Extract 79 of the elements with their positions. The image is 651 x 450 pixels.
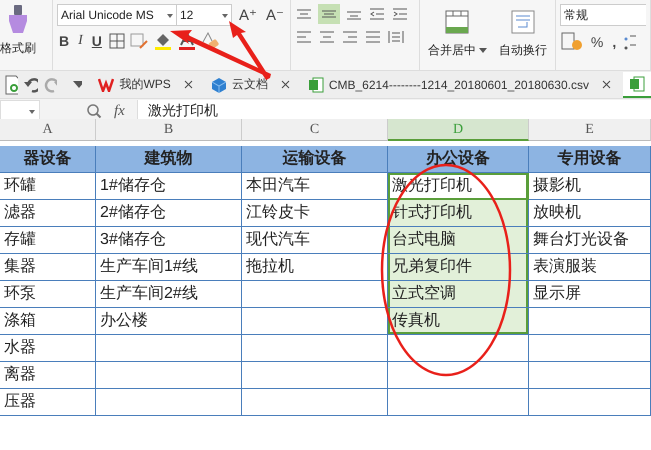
header-cell: 器设备 [0,146,96,173]
align-middle-icon[interactable] [318,4,340,24]
table-cell: 生产车间1#线 [96,254,242,281]
document-tab[interactable]: 云文档 [204,72,296,98]
decrease-indent-icon[interactable] [368,7,386,21]
column-header[interactable]: E [529,119,651,141]
close-icon[interactable] [184,80,193,89]
wrap-text-button[interactable]: 自动换行 [494,4,551,70]
table-cell: 1#储存仓 [96,173,242,200]
header-cell: 运输设备 [242,146,388,173]
table-cell: 表演服装 [529,254,651,281]
merge-cells-icon [445,10,470,34]
distributed-icon[interactable] [386,30,405,44]
table-cell: 3#储存仓 [96,227,242,254]
font-color-icon[interactable] [178,32,196,50]
column-header[interactable]: A [0,119,96,141]
table-cell: 离器 [0,362,96,389]
table-cell: 压器 [0,389,96,416]
close-icon[interactable] [602,80,611,89]
increase-indent-icon[interactable] [390,7,409,21]
fill-color-icon[interactable] [152,32,173,50]
align-right-icon[interactable] [340,30,359,44]
align-top-icon[interactable] [294,7,313,21]
column-header[interactable]: B [96,119,242,141]
text-style-button[interactable]: I [76,33,85,49]
spreadsheet-icon [628,76,645,92]
document-tab[interactable]: CMB_6214--------1214_20180601_20180630.csv [302,72,617,98]
print-preview-icon[interactable] [4,74,18,94]
table-cell: 立式空调 [388,281,529,308]
wrap-text-icon [510,10,535,34]
spreadsheet-icon [308,76,324,92]
borders-icon[interactable] [108,33,125,49]
table-cell: 集器 [0,254,96,281]
align-center-icon[interactable] [318,30,336,44]
table-cell: 环罐 [0,173,96,200]
caret-icon [478,48,487,53]
table-cell: 水器 [0,335,96,362]
percent-button[interactable]: % [588,34,606,50]
table-cell: 滤器 [0,200,96,227]
text-style-button[interactable]: B [57,33,72,49]
eraser-grid-icon[interactable] [130,33,148,49]
undo-icon[interactable] [24,76,38,92]
table-cell: 摄影机 [529,173,651,200]
header-cell: 建筑物 [96,146,242,173]
merge-center-button[interactable]: 合并居中 [424,4,491,70]
table-cell: 舞台灯光设备 [529,227,651,254]
cube-icon [210,76,227,92]
format-painter-button[interactable]: 格式刷 [0,4,36,70]
table-cell: 生产车间2#线 [96,281,242,308]
header-cell: 办公设备 [388,146,529,173]
font-family-dropdown[interactable]: Arial Unicode MS [57,4,177,26]
table-cell: 传真机 [388,308,529,335]
number-format-dropdown[interactable]: 常规 [560,4,646,26]
currency-icon[interactable] [560,32,584,52]
table-cell: 台式电脑 [388,227,529,254]
align-left-icon[interactable] [294,30,313,44]
table-cell: 环泵 [0,281,96,308]
table-cell: 兄弟复印件 [388,254,529,281]
font-size-step-button[interactable]: A⁺ [237,6,259,24]
header-cell: 专用设备 [529,146,651,173]
table-cell: 显示屏 [529,281,651,308]
document-tab[interactable]: 我的WPS [92,72,199,98]
table-cell: 存罐 [0,227,96,254]
function-label[interactable]: fx [114,102,125,120]
column-header[interactable]: C [242,119,388,141]
table-cell: 2#储存仓 [96,200,242,227]
search-icon[interactable] [86,103,102,119]
table-cell: 涤箱 [0,308,96,335]
font-size-dropdown[interactable]: 12 [176,4,232,26]
table-cell: 放映机 [529,200,651,227]
text-style-button[interactable]: U [90,33,104,49]
table-cell: 办公楼 [96,308,242,335]
font-size-step-button[interactable]: A⁻ [264,6,286,24]
w-logo-icon [98,78,114,92]
close-icon[interactable] [280,80,290,89]
caret-icon[interactable] [73,80,82,88]
document-tab[interactable] [622,72,651,98]
comma-button[interactable]: , [610,34,618,50]
justify-icon[interactable] [364,30,382,44]
